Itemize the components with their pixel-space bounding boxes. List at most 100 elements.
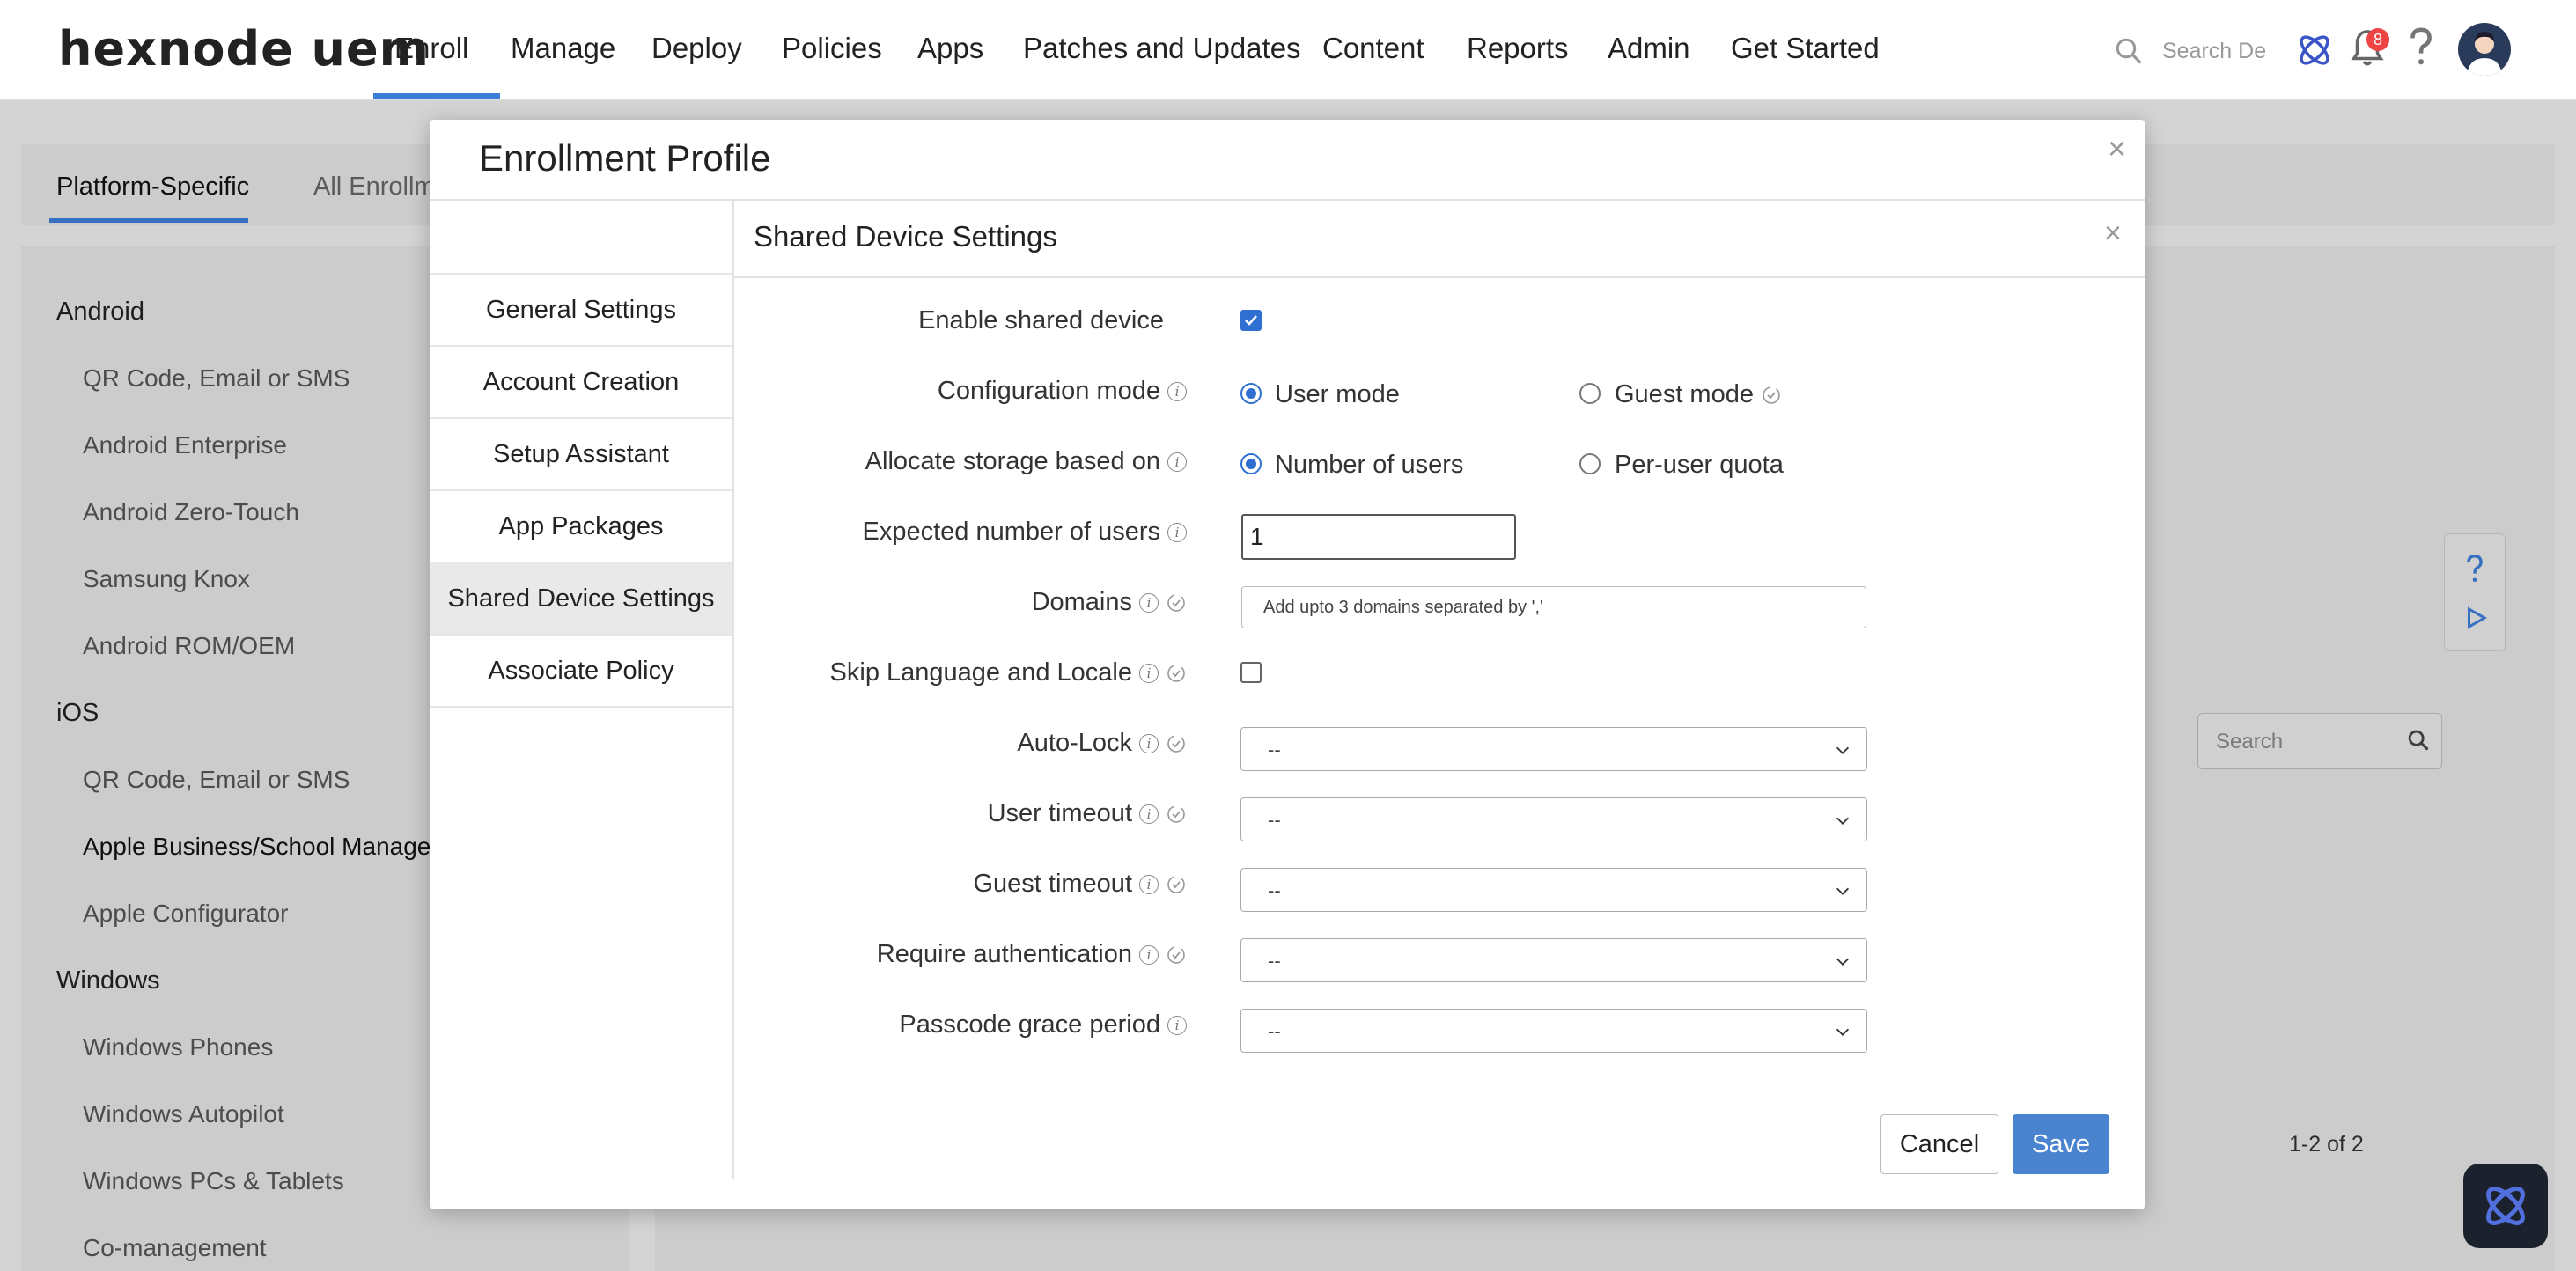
skip-language-checkbox[interactable] bbox=[1240, 662, 1262, 683]
require-authentication-select[interactable]: -- bbox=[1240, 938, 1867, 982]
label-text: Require authentication bbox=[876, 940, 1132, 968]
enrollment-profile-modal: Enrollment Profile × General Settings Ac… bbox=[430, 120, 2145, 1209]
info-icon[interactable]: i bbox=[1139, 734, 1159, 754]
nav-patches-updates[interactable]: Patches and Updates bbox=[1023, 32, 1301, 65]
label-require-authentication: Require authentication i bbox=[877, 940, 1187, 969]
global-search[interactable]: Search De bbox=[2113, 32, 2298, 70]
nav-manage[interactable]: Manage bbox=[511, 32, 615, 65]
radio-user-mode[interactable] bbox=[1240, 383, 1262, 404]
checkmark-icon bbox=[1245, 315, 1257, 326]
select-value: -- bbox=[1268, 809, 1281, 831]
radio-number-of-users-label: Number of users bbox=[1275, 451, 1464, 479]
expected-users-input[interactable]: 1 bbox=[1241, 514, 1516, 560]
nav-enroll[interactable]: Enroll bbox=[394, 32, 468, 65]
label-allocate-storage: Allocate storage based on i bbox=[865, 447, 1187, 476]
chevron-down-icon bbox=[1836, 958, 1850, 966]
save-button[interactable]: Save bbox=[2013, 1114, 2109, 1174]
profile-nav: General Settings Account Creation Setup … bbox=[430, 201, 734, 1179]
panel-close-icon[interactable]: × bbox=[2104, 217, 2122, 251]
label-skip-language: Skip Language and Locale i bbox=[830, 658, 1187, 687]
label-guest-timeout: Guest timeout i bbox=[973, 870, 1187, 899]
label-domains: Domains i bbox=[1032, 588, 1187, 617]
label-enable-shared-device: Enable shared device bbox=[918, 306, 1164, 335]
profile-nav-associate-policy[interactable]: Associate Policy bbox=[430, 636, 732, 708]
label-text: Allocate storage based on bbox=[865, 447, 1160, 475]
verified-check-icon bbox=[1763, 386, 1780, 405]
label-text: Auto-Lock bbox=[1017, 729, 1132, 757]
label-expected-users: Expected number of users i bbox=[862, 518, 1187, 547]
profile-nav-shared-device-settings[interactable]: Shared Device Settings bbox=[430, 563, 732, 636]
nav-get-started[interactable]: Get Started bbox=[1731, 32, 1880, 65]
profile-nav-spacer bbox=[430, 201, 732, 275]
user-timeout-select[interactable]: -- bbox=[1240, 797, 1867, 841]
nav-policies[interactable]: Policies bbox=[782, 32, 882, 65]
info-icon[interactable]: i bbox=[1139, 945, 1159, 966]
label-text: Configuration mode bbox=[937, 377, 1160, 405]
nav-apps[interactable]: Apps bbox=[917, 32, 983, 65]
radio-per-user-quota-label: Per-user quota bbox=[1615, 451, 1784, 479]
radio-per-user-quota[interactable] bbox=[1579, 453, 1601, 474]
label-text: Passcode grace period bbox=[899, 1010, 1160, 1039]
radio-guest-mode[interactable] bbox=[1579, 383, 1601, 404]
guest-timeout-select[interactable]: -- bbox=[1240, 868, 1867, 912]
verified-check-icon bbox=[1167, 946, 1185, 965]
label-text: Expected number of users bbox=[862, 518, 1160, 546]
info-icon[interactable]: i bbox=[1167, 382, 1187, 402]
panel-title: Shared Device Settings bbox=[754, 220, 1057, 253]
radio-guest-mode-label: Guest mode bbox=[1615, 380, 1782, 409]
label-passcode-grace-period: Passcode grace period i bbox=[899, 1010, 1187, 1040]
info-icon[interactable]: i bbox=[1139, 875, 1159, 895]
passcode-grace-period-select[interactable]: -- bbox=[1240, 1009, 1867, 1053]
label-text: Guest mode bbox=[1615, 380, 1754, 408]
profile-nav-setup-assistant[interactable]: Setup Assistant bbox=[430, 419, 732, 491]
verified-check-icon bbox=[1167, 735, 1185, 753]
chevron-down-icon bbox=[1836, 1028, 1850, 1036]
label-configuration-mode: Configuration mode i bbox=[938, 377, 1187, 406]
label-auto-lock: Auto-Lock i bbox=[1017, 729, 1187, 758]
auto-lock-select[interactable]: -- bbox=[1240, 727, 1867, 771]
panel-divider bbox=[734, 276, 2145, 278]
label-text: User timeout bbox=[987, 799, 1132, 827]
select-value: -- bbox=[1268, 950, 1281, 972]
enable-shared-device-checkbox[interactable] bbox=[1240, 310, 1262, 331]
label-text: Domains bbox=[1031, 588, 1132, 616]
label-text: Skip Language and Locale bbox=[829, 658, 1132, 687]
label-user-timeout: User timeout i bbox=[988, 799, 1187, 828]
info-icon[interactable]: i bbox=[1167, 523, 1187, 543]
verified-check-icon bbox=[1167, 876, 1185, 894]
chevron-down-icon bbox=[1836, 746, 1850, 754]
help-icon[interactable] bbox=[2405, 26, 2437, 67]
label-text: Enable shared device bbox=[918, 306, 1164, 334]
modal-close-icon[interactable]: × bbox=[2108, 130, 2126, 167]
profile-nav-general-settings[interactable]: General Settings bbox=[430, 275, 732, 347]
radio-user-mode-label: User mode bbox=[1275, 380, 1400, 408]
select-value: -- bbox=[1268, 1020, 1281, 1042]
info-icon[interactable]: i bbox=[1139, 804, 1159, 825]
hexnode-atom-icon[interactable] bbox=[2294, 30, 2335, 70]
nav-admin[interactable]: Admin bbox=[1608, 32, 1690, 65]
chevron-down-icon bbox=[1836, 817, 1850, 825]
nav-deploy[interactable]: Deploy bbox=[651, 32, 742, 65]
nav-content[interactable]: Content bbox=[1322, 32, 1424, 65]
verified-check-icon bbox=[1167, 665, 1185, 683]
info-icon[interactable]: i bbox=[1139, 593, 1159, 613]
verified-check-icon bbox=[1167, 805, 1185, 824]
notification-badge: 8 bbox=[2366, 28, 2389, 51]
label-text: Guest timeout bbox=[973, 870, 1132, 898]
profile-nav-app-packages[interactable]: App Packages bbox=[430, 491, 732, 563]
top-navbar: hexnode uem Enroll Manage Deploy Policie… bbox=[0, 0, 2576, 100]
verified-check-icon bbox=[1167, 594, 1185, 613]
info-icon[interactable]: i bbox=[1139, 664, 1159, 684]
user-avatar[interactable] bbox=[2458, 23, 2511, 76]
modal-title: Enrollment Profile bbox=[479, 137, 771, 179]
info-icon[interactable]: i bbox=[1167, 1016, 1187, 1036]
cancel-button[interactable]: Cancel bbox=[1880, 1114, 1998, 1174]
select-value: -- bbox=[1268, 879, 1281, 901]
info-icon[interactable]: i bbox=[1167, 452, 1187, 473]
radio-number-of-users[interactable] bbox=[1240, 453, 1262, 474]
domains-input[interactable]: Add upto 3 domains separated by ',' bbox=[1241, 586, 1866, 628]
hexnode-logo[interactable]: hexnode uem bbox=[58, 21, 430, 77]
nav-active-indicator bbox=[373, 93, 500, 99]
profile-nav-account-creation[interactable]: Account Creation bbox=[430, 347, 732, 419]
nav-reports[interactable]: Reports bbox=[1467, 32, 1569, 65]
